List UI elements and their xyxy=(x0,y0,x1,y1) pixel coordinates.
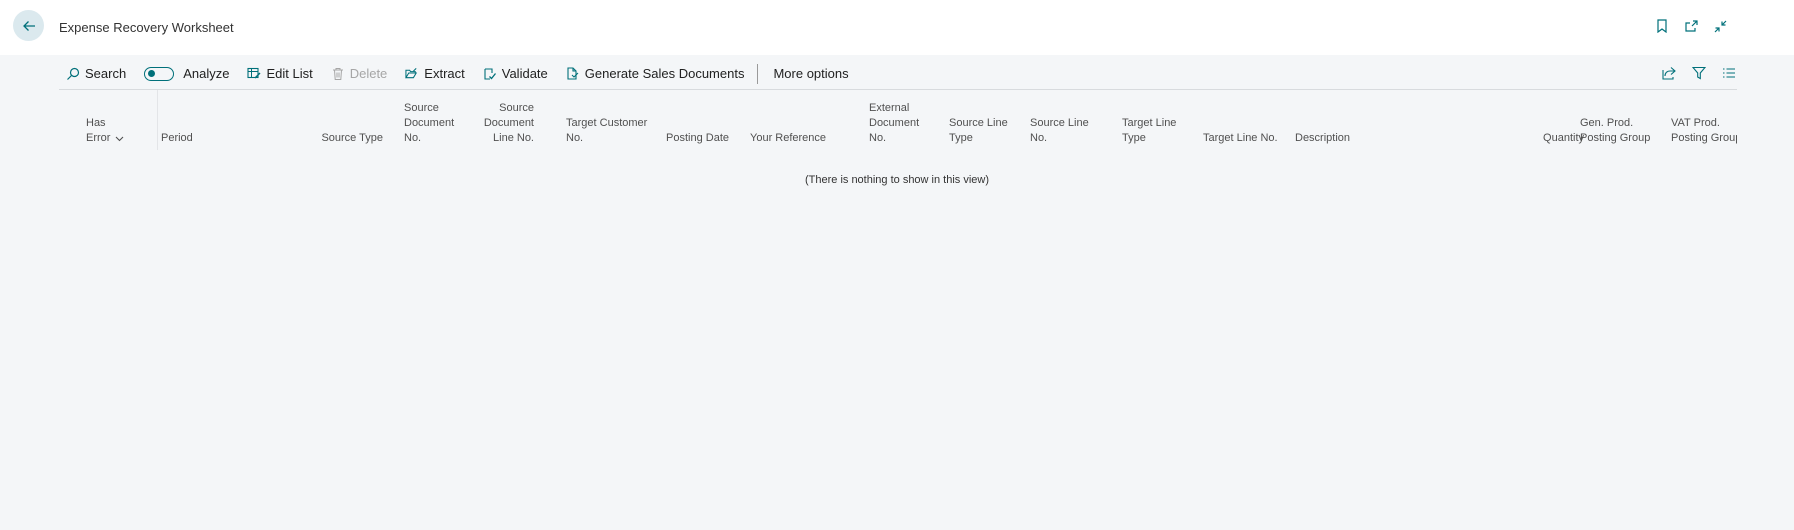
generate-sales-documents-label: Generate Sales Documents xyxy=(584,66,745,81)
collapse-icon[interactable] xyxy=(1712,18,1728,34)
column-posting-date[interactable]: Posting Date xyxy=(659,131,729,146)
column-source-line-no[interactable]: Source Line No. xyxy=(1030,116,1089,146)
extract-button[interactable]: Extract xyxy=(405,66,465,81)
column-header-text: Posting Date xyxy=(666,132,729,144)
list-view-icon[interactable] xyxy=(1721,65,1737,81)
column-header-line: Posting Group xyxy=(1580,132,1651,144)
column-description[interactable]: Description xyxy=(1295,131,1350,146)
generate-sales-documents-button[interactable]: Generate Sales Documents xyxy=(566,66,745,81)
back-arrow-icon xyxy=(22,20,35,31)
column-header-line: Line No. xyxy=(493,132,534,144)
toggle-switch-icon[interactable] xyxy=(144,66,175,81)
grid-header: Has Error Period Source Type Source Docu… xyxy=(59,90,1737,150)
column-header-line: No. xyxy=(566,132,584,144)
validate-label: Validate xyxy=(501,66,548,81)
column-header-line: Target Customer xyxy=(566,117,648,129)
validate-button[interactable]: Validate xyxy=(483,66,548,81)
analyze-label: Analyze xyxy=(183,66,230,81)
delete-label: Delete xyxy=(349,66,388,81)
column-period[interactable]: Period xyxy=(161,131,193,146)
column-header-line: VAT Prod. xyxy=(1671,117,1720,129)
search-button[interactable]: Search xyxy=(66,66,126,81)
column-header-text: Error xyxy=(86,132,111,144)
column-header-line: Source Line xyxy=(949,117,1008,129)
column-gen-prod-posting-group[interactable]: Gen. Prod. Posting Group xyxy=(1580,116,1650,146)
column-quantity[interactable]: Quantity xyxy=(1519,131,1584,146)
extract-label: Extract xyxy=(424,66,465,81)
analyze-toggle[interactable]: Analyze xyxy=(144,66,229,81)
column-header-line: Document xyxy=(869,117,920,129)
column-header-line: External xyxy=(869,102,910,114)
column-header-line: Gen. Prod. xyxy=(1580,117,1634,129)
generate-document-icon xyxy=(566,66,580,81)
column-header-line: Has xyxy=(86,117,106,129)
top-bar: Expense Recovery Worksheet xyxy=(0,0,1794,55)
page-title: Expense Recovery Worksheet xyxy=(59,20,234,35)
column-your-reference[interactable]: Your Reference xyxy=(750,131,826,146)
column-header-text: Target Line No. xyxy=(1203,132,1278,144)
column-header-line: Document xyxy=(404,117,455,129)
column-source-type[interactable]: Source Type xyxy=(303,131,383,146)
column-target-customer-no[interactable]: Target Customer No. xyxy=(566,116,647,146)
column-header-line: Target Line xyxy=(1122,117,1177,129)
column-header-text: Source Type xyxy=(321,132,383,144)
column-source-document-line-no[interactable]: Source Document Line No. xyxy=(474,101,534,146)
back-button[interactable] xyxy=(13,10,44,41)
column-target-line-no[interactable]: Target Line No. xyxy=(1203,131,1278,146)
column-header-line: Error xyxy=(86,131,124,146)
more-options-button[interactable]: More options xyxy=(773,66,848,81)
column-header-text: Period xyxy=(161,132,193,144)
search-label: Search xyxy=(85,66,127,81)
column-target-line-type[interactable]: Target Line Type xyxy=(1122,116,1176,146)
empty-list-message: (There is nothing to show in this view) xyxy=(804,174,990,186)
column-header-text: Quantity xyxy=(1543,132,1584,144)
column-header-line: Posting Group xyxy=(1671,132,1737,144)
extract-icon xyxy=(405,67,419,81)
column-header-line: Type xyxy=(949,132,973,144)
share-icon[interactable] xyxy=(1661,65,1677,81)
column-header-text: Your Reference xyxy=(750,132,827,144)
column-source-line-type[interactable]: Source Line Type xyxy=(949,116,1008,146)
edit-list-label: Edit List xyxy=(266,66,313,81)
bookmark-icon[interactable] xyxy=(1654,18,1670,34)
column-header-line: No. xyxy=(869,132,887,144)
search-icon xyxy=(66,67,80,81)
column-source-document-no[interactable]: Source Document No. xyxy=(404,101,454,146)
filter-icon[interactable] xyxy=(1691,65,1707,81)
column-header-line: Source xyxy=(499,102,534,114)
edit-list-icon xyxy=(247,67,261,81)
column-header-text: Description xyxy=(1295,132,1351,144)
edit-list-button[interactable]: Edit List xyxy=(247,66,313,81)
column-header-line: Type xyxy=(1122,132,1146,144)
column-header-line: Source Line xyxy=(1030,117,1089,129)
column-header-line: Document xyxy=(483,117,534,129)
column-divider xyxy=(157,90,158,150)
validate-icon xyxy=(483,67,497,81)
column-header-line: Source xyxy=(404,102,439,114)
column-vat-prod-posting-group[interactable]: VAT Prod. Posting Group xyxy=(1671,116,1737,146)
delete-button[interactable]: Delete xyxy=(331,66,388,81)
trash-icon xyxy=(331,67,345,81)
open-new-window-icon[interactable] xyxy=(1683,18,1699,34)
column-header-line: No. xyxy=(404,132,422,144)
more-options-label: More options xyxy=(773,66,849,81)
column-external-document-no[interactable]: External Document No. xyxy=(869,101,919,146)
action-bar: Search Analyze Edit List Delete Extract … xyxy=(59,58,1737,90)
chevron-down-icon xyxy=(116,136,124,141)
column-has-error[interactable]: Has Error xyxy=(86,116,124,146)
column-header-line: No. xyxy=(1030,132,1048,144)
toolbar-divider xyxy=(757,63,759,84)
